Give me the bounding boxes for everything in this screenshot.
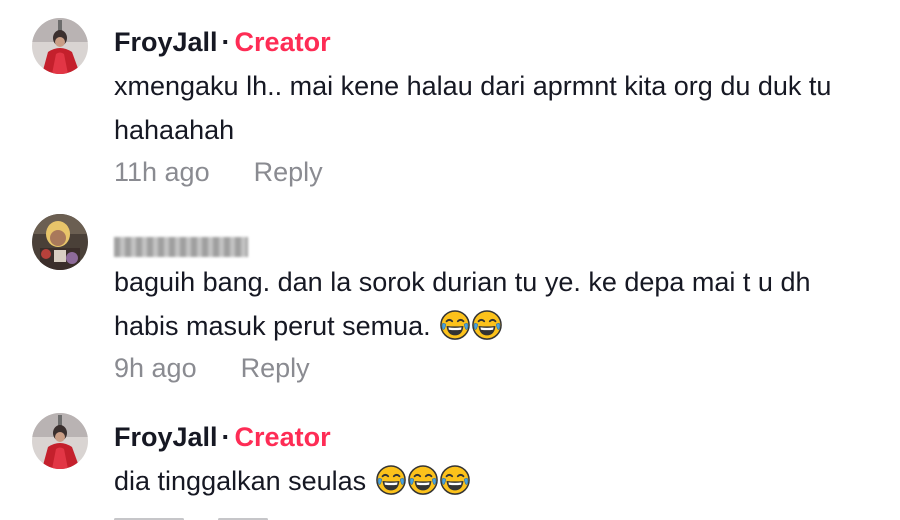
laughing-emoji-icon [440, 465, 470, 495]
avatar[interactable] [32, 214, 88, 270]
separator-dot: · [221, 27, 231, 57]
username[interactable]: FroyJall [114, 422, 218, 452]
reply-button[interactable]: Reply [254, 157, 323, 187]
timestamp: 11h ago [114, 157, 210, 187]
timestamp: 9h ago [114, 353, 197, 383]
comment-header [114, 222, 880, 257]
comment-text-content: dia tinggalkan seulas [114, 466, 367, 496]
comment-text: xmengaku lh.. mai kene halau dari aprmnt… [114, 71, 832, 145]
laughing-emoji-icon [440, 310, 470, 340]
separator-dot: · [221, 422, 231, 452]
username[interactable]: FroyJall [114, 27, 218, 57]
creator-badge: Creator [234, 27, 331, 57]
comment-header: FroyJall · Creator [114, 421, 880, 453]
redacted-username [114, 237, 248, 257]
comment-meta: 9h ago Reply [114, 350, 880, 386]
comment-text: dia tinggalkan seulas [114, 459, 880, 503]
reply-button[interactable]: Reply [241, 353, 310, 383]
comment-text: baguih bang. dan la sorok durian tu ye. … [114, 260, 880, 348]
avatar[interactable] [32, 413, 88, 469]
laughing-emoji-icon [408, 465, 438, 495]
laughing-emoji-icon [472, 310, 502, 340]
comment-body: FroyJall · Creator dia tinggalkan seulas [114, 421, 880, 503]
comment-body: FroyJall · Creator xmengaku lh.. mai kene … [114, 26, 880, 190]
laughing-emoji-icon [376, 465, 406, 495]
comment-header: FroyJall · Creator [114, 26, 880, 58]
comment-body: baguih bang. dan la sorok durian tu ye. … [114, 222, 880, 386]
comment-meta: 11h ago Reply [114, 154, 880, 190]
creator-badge: Creator [234, 422, 331, 452]
avatar[interactable] [32, 18, 88, 74]
clipped-comment-meta [114, 508, 354, 520]
